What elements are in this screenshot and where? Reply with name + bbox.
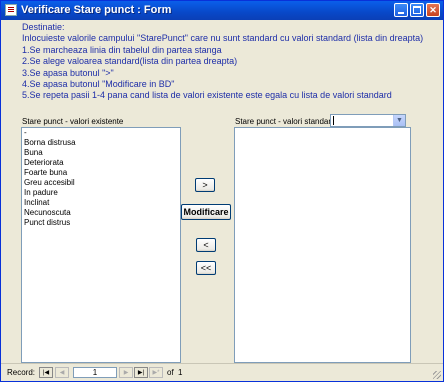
instruction-line: Destinatie: xyxy=(22,22,65,32)
list-item[interactable]: Necunoscuta xyxy=(22,208,180,218)
last-record-icon[interactable]: ▶| xyxy=(134,367,148,378)
of-label: of xyxy=(167,368,174,377)
list-item[interactable]: Inclinat xyxy=(22,198,180,208)
move-all-left-button[interactable]: << xyxy=(196,261,216,275)
modify-button[interactable]: Modificare xyxy=(181,204,231,220)
instruction-line: 3.Se apasa butonul ">" xyxy=(22,67,114,78)
instruction-line: 2.Se alege valoarea standard(lista din p… xyxy=(22,56,238,67)
existing-values-label: Stare punct - valori existente xyxy=(22,117,124,126)
instruction-line: 1.Se marcheaza linia din tabelul din par… xyxy=(22,44,222,55)
window-title: Verificare Stare punct : Form xyxy=(21,4,172,16)
first-record-icon[interactable]: |◀ xyxy=(39,367,53,378)
list-item[interactable]: Buna xyxy=(22,148,180,158)
existing-values-list[interactable]: - Borna distrusa Buna Deteriorata Foarte… xyxy=(21,127,181,363)
move-right-button[interactable]: > xyxy=(195,178,215,192)
maximize-button[interactable] xyxy=(410,3,424,17)
minimize-button[interactable] xyxy=(394,3,408,17)
instruction-line: 4.Se apasa butonul "Modificare in BD" xyxy=(22,79,175,90)
instructions-text: Destinatie: Inlocuieste valorile campulu… xyxy=(22,22,432,102)
form-body: Destinatie: Inlocuieste valorile campulu… xyxy=(3,21,441,363)
list-item[interactable]: Greu accesibil xyxy=(22,178,180,188)
next-record-icon[interactable]: ▶ xyxy=(119,367,133,378)
total-records: 1 xyxy=(178,368,183,377)
instruction-line: 5.Se repeta pasii 1-4 pana cand lista de… xyxy=(22,90,392,101)
form-icon xyxy=(5,4,17,16)
record-label: Record: xyxy=(7,368,36,377)
move-left-button[interactable]: < xyxy=(196,238,216,252)
close-button[interactable] xyxy=(426,3,440,17)
list-item[interactable]: Deteriorata xyxy=(22,158,180,168)
list-item[interactable]: Foarte buna xyxy=(22,168,180,178)
title-bar[interactable]: Verificare Stare punct : Form xyxy=(1,1,443,20)
chevron-down-icon[interactable]: ▼ xyxy=(393,115,405,126)
text-caret xyxy=(333,116,334,125)
list-item[interactable]: In padure xyxy=(22,188,180,198)
standard-values-label: Stare punct - valori standard xyxy=(235,117,336,126)
list-item[interactable]: - xyxy=(22,128,180,138)
standard-values-list[interactable] xyxy=(234,127,411,363)
current-record-input[interactable]: 1 xyxy=(73,367,117,378)
new-record-icon[interactable]: ▶* xyxy=(149,367,163,378)
list-item[interactable]: Punct distrus xyxy=(22,218,180,228)
standard-value-combo[interactable]: ▼ xyxy=(330,114,406,127)
record-navigation-bar: Record: |◀ ◀ 1 ▶ ▶| ▶* of 1 xyxy=(1,363,443,381)
previous-record-icon[interactable]: ◀ xyxy=(55,367,69,378)
resize-grip-icon[interactable] xyxy=(433,371,441,379)
list-item[interactable]: Borna distrusa xyxy=(22,138,180,148)
form-window: Verificare Stare punct : Form Destinatie… xyxy=(0,0,444,382)
instruction-line: Inlocuieste valorile campului "StarePunc… xyxy=(22,33,424,44)
